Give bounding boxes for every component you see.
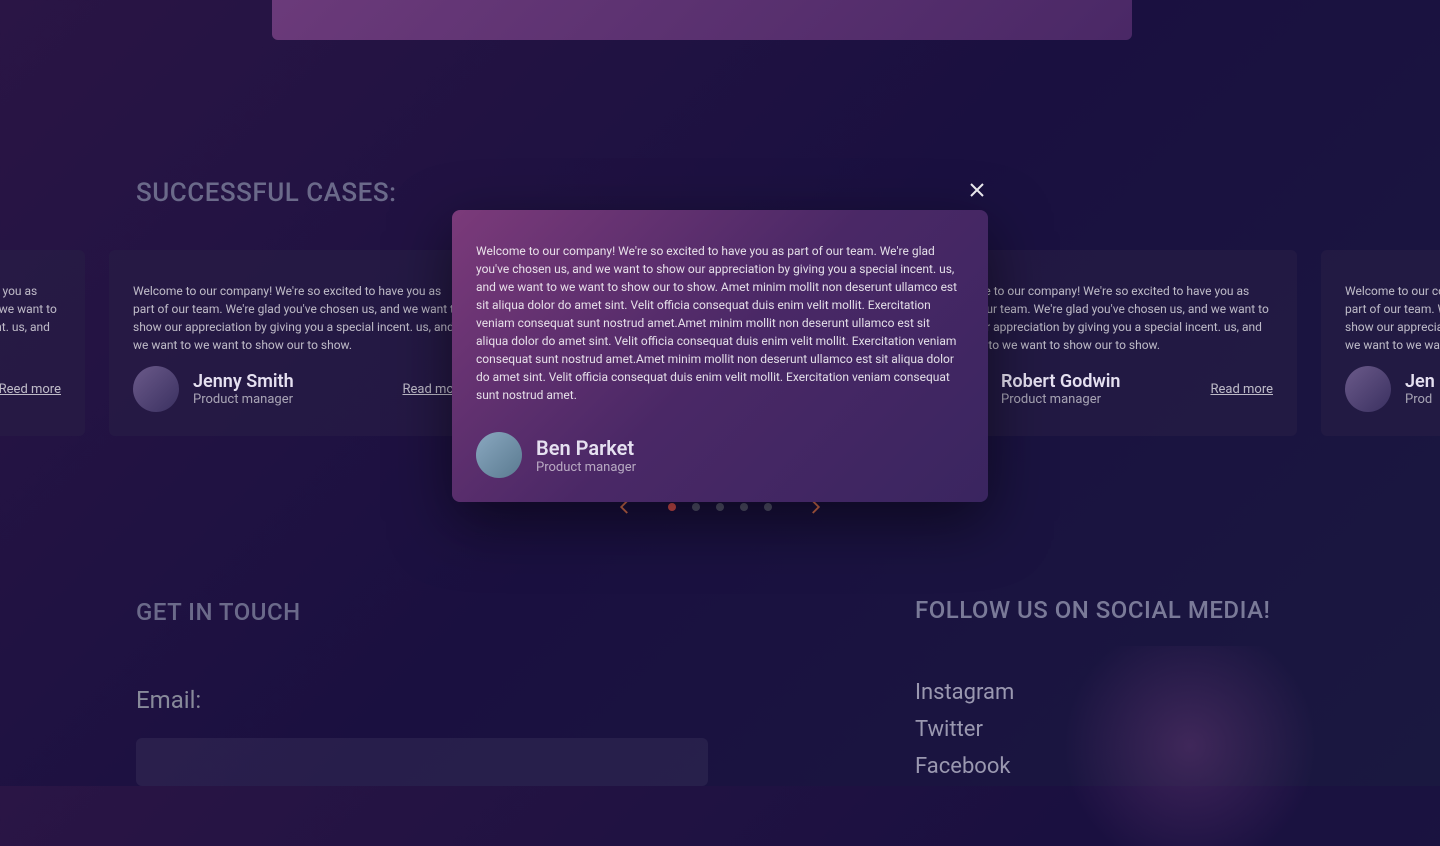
section-heading-follow: FOLLOW US ON SOCIAL MEDIA! xyxy=(915,596,1270,624)
read-more-link[interactable]: Read more xyxy=(1210,382,1273,397)
testimonial-card: Welcome to our company! We're so excited… xyxy=(0,250,85,436)
testimonial-body: Welcome to our company! We're so excited… xyxy=(476,242,964,404)
avatar xyxy=(476,432,522,478)
testimonial-name: Ben Parket xyxy=(536,436,964,460)
carousel-dot[interactable] xyxy=(740,503,748,511)
section-heading-cases: SUCCESSFUL CASES: xyxy=(136,178,396,208)
testimonial-body: Welcome to our company! We're so excited… xyxy=(941,282,1273,354)
testimonial-role: Prod xyxy=(1405,392,1440,407)
testimonial-footer: Jenny Smith Product manager Read more xyxy=(133,366,465,412)
testimonial-footer: Ben Parket Product manager xyxy=(476,432,964,478)
carousel-dot[interactable] xyxy=(668,503,676,511)
testimonial-role: Product manager xyxy=(1001,392,1196,407)
testimonial-info: Robert Godwin Product manager xyxy=(1001,371,1196,407)
testimonial-body: Welcome to our company! We're so excited… xyxy=(133,282,465,354)
get-in-touch-section: GET IN TOUCH Email: xyxy=(136,598,708,786)
social-link-twitter[interactable]: Twitter xyxy=(915,717,1270,742)
social-link-facebook[interactable]: Facebook xyxy=(915,754,1270,779)
testimonial-info: Ben Parket Product manager xyxy=(536,436,964,475)
close-button[interactable] xyxy=(965,178,989,202)
email-label: Email: xyxy=(136,686,708,714)
testimonial-body: Welcome to our company! We're so excited… xyxy=(1345,282,1440,354)
section-heading-contact: GET IN TOUCH xyxy=(136,598,708,626)
carousel-dot[interactable] xyxy=(716,503,724,511)
avatar xyxy=(1345,366,1391,412)
social-link-instagram[interactable]: Instagram xyxy=(915,680,1270,705)
testimonial-card: Welcome to our company! We're so excited… xyxy=(109,250,489,436)
testimonial-card-featured: Welcome to our company! We're so excited… xyxy=(452,210,988,502)
testimonial-info: Jen Prod xyxy=(1405,371,1440,407)
testimonial-name: Jenny Smith xyxy=(193,371,388,392)
carousel-dots xyxy=(668,503,772,511)
testimonial-footer: Robert Godwin Product manager Read more xyxy=(941,366,1273,412)
testimonial-card: Welcome to our company! We're so excited… xyxy=(1321,250,1440,436)
testimonial-info: Jenny Smith Product manager xyxy=(193,371,388,407)
read-more-link[interactable]: Reed more xyxy=(0,382,61,397)
email-input[interactable] xyxy=(136,738,708,786)
close-icon xyxy=(965,178,989,202)
testimonial-role: Product manager xyxy=(536,460,964,475)
testimonial-name: Robert Godwin xyxy=(1001,371,1196,392)
testimonial-footer: Reed more xyxy=(0,366,61,412)
testimonial-role: Product manager xyxy=(193,392,388,407)
avatar xyxy=(133,366,179,412)
testimonial-name: Jen xyxy=(1405,371,1440,392)
testimonial-footer: Jen Prod xyxy=(1345,366,1440,412)
hero-block-footer xyxy=(272,0,1132,40)
carousel-dot[interactable] xyxy=(764,503,772,511)
social-links: Instagram Twitter Facebook xyxy=(915,680,1270,779)
carousel-dot[interactable] xyxy=(692,503,700,511)
testimonial-body: Welcome to our company! We're so excited… xyxy=(0,282,61,354)
follow-us-section: FOLLOW US ON SOCIAL MEDIA! Instagram Twi… xyxy=(915,596,1270,779)
